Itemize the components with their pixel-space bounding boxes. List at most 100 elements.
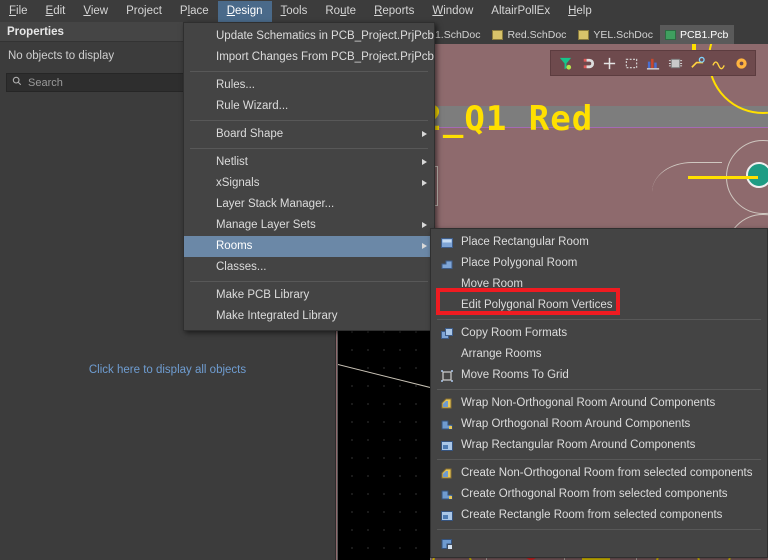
- submenu-item-label: Wrap Rectangular Room Around Components: [461, 439, 696, 451]
- polygonal-room-icon: [440, 257, 454, 271]
- slice-room-icon: [440, 537, 454, 551]
- search-icon: [12, 76, 22, 89]
- menu-bar[interactable]: FFileile Edit View Project Place Design …: [0, 0, 768, 22]
- menu-item-rooms[interactable]: Rooms: [184, 236, 434, 257]
- chevron-right-icon: [422, 243, 427, 249]
- via: [746, 162, 768, 188]
- submenu-item-label: Create Non-Orthogonal Room from selected…: [461, 467, 753, 479]
- menubar-item-window[interactable]: Window: [423, 1, 482, 22]
- move-rooms-to-grid-icon: [440, 369, 454, 383]
- menu-item-label: Layer Stack Manager...: [216, 198, 335, 210]
- place-component-icon[interactable]: [643, 53, 663, 73]
- menu-item-make-pcb-library[interactable]: Make PCB Library: [184, 285, 434, 306]
- create-rectangle-icon: [440, 509, 454, 523]
- chevron-right-icon: [422, 131, 427, 137]
- menu-item-manage-layer-sets[interactable]: Manage Layer Sets: [184, 215, 434, 236]
- document-tab[interactable]: Red.SchDoc: [487, 25, 573, 44]
- menu-item-netlist[interactable]: Netlist: [184, 152, 434, 173]
- submenu-item-label: Move Room: [461, 278, 523, 290]
- display-all-objects-link[interactable]: Click here to display all objects: [0, 364, 335, 376]
- menu-item-label: Make Integrated Library: [216, 310, 338, 322]
- submenu-item-wrap-rectangular-room[interactable]: Wrap Rectangular Room Around Components: [431, 435, 767, 456]
- menu-item-xsignals[interactable]: xSignals: [184, 173, 434, 194]
- document-tab[interactable]: YEL.SchDoc: [573, 25, 659, 44]
- menu-item-rules[interactable]: Rules...: [184, 75, 434, 96]
- filter-icon[interactable]: [555, 53, 575, 73]
- menubar-item-place[interactable]: Place: [171, 1, 218, 22]
- menu-item-label: Rule Wizard...: [216, 100, 289, 112]
- menu-item-classes[interactable]: Classes...: [184, 257, 434, 278]
- magnet-icon[interactable]: [577, 53, 597, 73]
- menubar-item-altairpollex[interactable]: AltairPollEx: [482, 1, 559, 22]
- submenu-item-create-non-orthogonal-room[interactable]: Create Non-Orthogonal Room from selected…: [431, 463, 767, 484]
- menubar-item-reports[interactable]: Reports: [365, 1, 423, 22]
- menu-item-label: xSignals: [216, 177, 260, 189]
- document-tab-label: Red.SchDoc: [507, 28, 567, 41]
- menubar-item-view[interactable]: View: [74, 1, 117, 22]
- schematic-file-icon: [492, 29, 504, 40]
- menu-item-update-schematics[interactable]: Update Schematics in PCB_Project.PrjPcb: [184, 26, 434, 47]
- submenu-item-arrange-rooms[interactable]: Arrange Rooms: [431, 344, 767, 365]
- crosshair-icon[interactable]: [599, 53, 619, 73]
- pcb-file-icon: [664, 29, 676, 40]
- pcb-toolbar[interactable]: [550, 50, 756, 76]
- workspace-grid-area[interactable]: [337, 317, 431, 560]
- wrap-orthogonal-icon: [440, 418, 454, 432]
- menu-separator: [437, 389, 761, 390]
- wrap-non-orthogonal-icon: [440, 397, 454, 411]
- rooms-submenu[interactable]: Place Rectangular Room Place Polygonal R…: [430, 228, 768, 558]
- menubar-item-design[interactable]: Design: [217, 0, 272, 22]
- submenu-item-wrap-orthogonal-room[interactable]: Wrap Orthogonal Room Around Components: [431, 414, 767, 435]
- place-ic-icon[interactable]: [665, 53, 685, 73]
- submenu-item-label: Move Rooms To Grid: [461, 369, 569, 381]
- design-dropdown-menu[interactable]: Update Schematics in PCB_Project.PrjPcb …: [183, 22, 435, 331]
- chevron-right-icon: [422, 159, 427, 165]
- submenu-item-wrap-non-orthogonal-room[interactable]: Wrap Non-Orthogonal Room Around Componen…: [431, 393, 767, 414]
- menu-item-make-integrated-library[interactable]: Make Integrated Library: [184, 306, 434, 327]
- menu-item-label: Import Changes From PCB_Project.PrjPcb: [216, 51, 434, 63]
- rectangular-room-icon: [440, 236, 454, 250]
- document-tab-label: PCB1.Pcb: [679, 28, 729, 41]
- search-placeholder: Search: [28, 76, 63, 89]
- submenu-item-label: Wrap Non-Orthogonal Room Around Componen…: [461, 397, 716, 409]
- submenu-item-move-room[interactable]: Move Room: [431, 274, 767, 295]
- menu-separator: [190, 281, 428, 282]
- submenu-item-place-rectangular-room[interactable]: Place Rectangular Room: [431, 232, 767, 253]
- submenu-item-create-rectangle-room[interactable]: Create Rectangle Room from selected comp…: [431, 505, 767, 526]
- route-icon[interactable]: [687, 53, 707, 73]
- menubar-item-edit[interactable]: Edit: [37, 1, 75, 22]
- menu-item-label: Manage Layer Sets: [216, 219, 316, 231]
- document-tab-active[interactable]: PCB1.Pcb: [659, 25, 735, 44]
- submenu-item-slice-room[interactable]: [431, 533, 767, 554]
- select-area-icon[interactable]: [621, 53, 641, 73]
- menubar-item-tools[interactable]: Tools: [272, 1, 317, 22]
- submenu-item-label: Place Rectangular Room: [461, 236, 589, 248]
- submenu-item-create-orthogonal-room[interactable]: Create Orthogonal Room from selected com…: [431, 484, 767, 505]
- menu-separator: [190, 120, 428, 121]
- menu-separator: [437, 319, 761, 320]
- menubar-item-route[interactable]: Route: [316, 1, 365, 22]
- menu-separator: [190, 71, 428, 72]
- menubar-item-project[interactable]: Project: [117, 1, 171, 22]
- pad-icon[interactable]: [731, 53, 751, 73]
- menubar-item-file[interactable]: FFileile: [0, 1, 37, 22]
- schematic-file-icon: [578, 29, 590, 40]
- submenu-item-edit-polygonal-room-vertices[interactable]: Edit Polygonal Room Vertices: [431, 295, 767, 316]
- chevron-right-icon: [422, 180, 427, 186]
- submenu-item-move-rooms-to-grid[interactable]: Move Rooms To Grid: [431, 365, 767, 386]
- submenu-item-label: Wrap Orthogonal Room Around Components: [461, 418, 691, 430]
- menubar-item-help[interactable]: Help: [559, 1, 601, 22]
- menu-item-board-shape[interactable]: Board Shape: [184, 124, 434, 145]
- differential-pair-icon[interactable]: [709, 53, 729, 73]
- menu-item-rule-wizard[interactable]: Rule Wizard...: [184, 96, 434, 117]
- menu-separator: [190, 148, 428, 149]
- grid-dots: [338, 317, 430, 560]
- submenu-item-place-polygonal-room[interactable]: Place Polygonal Room: [431, 253, 767, 274]
- submenu-item-copy-room-formats[interactable]: Copy Room Formats: [431, 323, 767, 344]
- menu-item-label: Netlist: [216, 156, 248, 168]
- menu-separator: [437, 529, 761, 530]
- menu-item-label: Rules...: [216, 79, 255, 91]
- wrap-rectangular-icon: [440, 439, 454, 453]
- menu-item-import-changes[interactable]: Import Changes From PCB_Project.PrjPcb: [184, 47, 434, 68]
- menu-item-layer-stack-manager[interactable]: Layer Stack Manager...: [184, 194, 434, 215]
